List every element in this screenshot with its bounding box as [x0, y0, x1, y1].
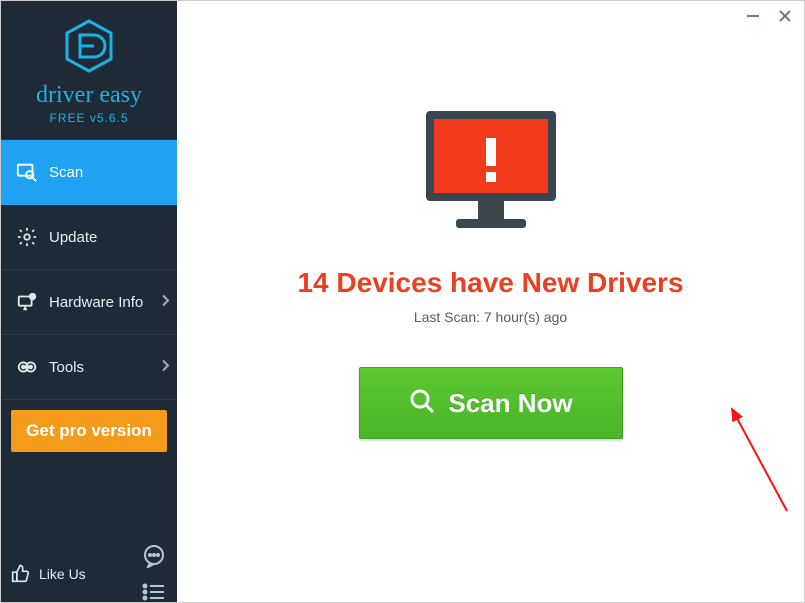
brand-version: FREE v5.6.5 — [1, 111, 177, 125]
like-us-label: Like Us — [39, 566, 86, 582]
nav-item-scan[interactable]: Scan — [1, 140, 177, 205]
chevron-right-icon — [161, 294, 169, 311]
hardware-icon: i — [13, 291, 41, 313]
get-pro-label: Get pro version — [26, 421, 152, 441]
nav-item-update[interactable]: Update — [1, 205, 177, 270]
search-icon — [408, 387, 436, 420]
nav-item-label: Update — [49, 229, 97, 246]
logo-block: driver easy FREE v5.6.5 — [1, 1, 177, 140]
alert-monitor-icon — [416, 106, 566, 241]
menu-button[interactable] — [141, 579, 167, 603]
main-panel: 14 Devices have New Drivers Last Scan: 7… — [177, 1, 804, 602]
thumbs-up-icon — [11, 563, 31, 586]
nav: Scan Update — [1, 140, 177, 400]
feedback-button[interactable] — [141, 543, 167, 569]
nav-item-label: Tools — [49, 359, 84, 376]
tools-icon — [13, 356, 41, 378]
scan-now-button[interactable]: Scan Now — [359, 367, 623, 439]
nav-item-tools[interactable]: Tools — [1, 335, 177, 400]
sidebar: driver easy FREE v5.6.5 Scan — [1, 1, 177, 602]
last-scan-label: Last Scan: 7 hour(s) ago — [297, 309, 683, 325]
app-logo-icon — [64, 19, 114, 78]
scan-now-label: Scan Now — [448, 388, 572, 419]
brand-name: driver easy — [1, 82, 177, 109]
chevron-right-icon — [161, 359, 169, 376]
minimize-button[interactable] — [744, 7, 762, 25]
nav-item-label: Scan — [49, 164, 83, 181]
devices-headline: 14 Devices have New Drivers — [297, 267, 683, 299]
gear-icon — [13, 226, 41, 248]
nav-item-label: Hardware Info — [49, 294, 143, 311]
like-us-button[interactable]: Like Us — [11, 563, 86, 586]
nav-item-hardware-info[interactable]: i Hardware Info — [1, 270, 177, 335]
scan-icon — [13, 161, 41, 183]
get-pro-button[interactable]: Get pro version — [11, 410, 167, 452]
close-button[interactable] — [776, 7, 794, 25]
